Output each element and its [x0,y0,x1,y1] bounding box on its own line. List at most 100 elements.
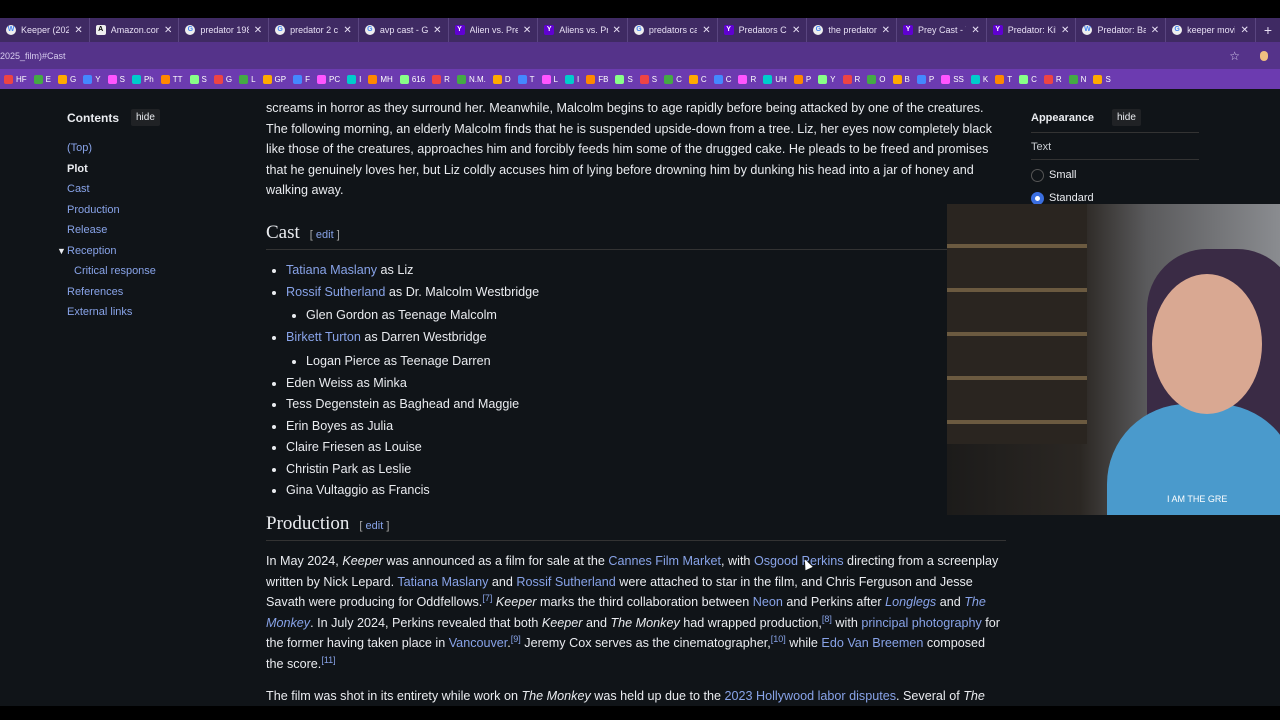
article-link[interactable]: 2023 Hollywood labor disputes [725,689,897,703]
article-link[interactable]: Osgood Perkins [754,554,844,568]
close-tab-icon[interactable]: ✕ [1240,25,1248,36]
bookmark-item[interactable]: P [916,74,934,84]
bookmark-item[interactable]: UH [763,74,787,84]
bookmark-item[interactable]: GP [262,74,286,84]
url-text[interactable]: 2025_film)#Cast [0,51,1229,61]
browser-tab[interactable]: Gpredators cas✕ [628,18,718,42]
bookmark-item[interactable]: R [1043,74,1062,84]
browser-tab[interactable]: A Amazon.com ✕ [90,18,180,42]
actor-link[interactable]: Rossif Sutherland [286,285,385,299]
bookmark-item[interactable]: T [517,74,535,84]
bookmark-item[interactable]: S [639,74,657,84]
browser-tab[interactable]: WPredator: Bad✕ [1076,18,1167,42]
toc-item[interactable]: Plot [67,159,242,180]
browser-tab[interactable]: WKeeper (2025✕ [0,18,90,42]
toc-item[interactable]: Release [67,220,242,241]
bookmark-item[interactable]: L [541,74,558,84]
bookmark-star-icon[interactable]: ☆ [1229,49,1240,63]
bookmark-item[interactable]: SS [941,74,964,84]
toc-item[interactable]: (Top) [67,138,242,159]
collapse-caret-icon[interactable]: ▼ [57,241,66,261]
text-size-small-radio[interactable]: Small [1031,167,1199,183]
bookmark-item[interactable]: S [615,74,633,84]
toc-hide-button[interactable]: hide [131,109,160,126]
address-bar[interactable]: 2025_film)#Cast ☆ [0,42,1280,69]
actor-link[interactable]: Birkett Turton [286,330,361,344]
toc-item[interactable]: Reception ▼ [57,241,242,262]
citation-link[interactable]: [7] [482,593,492,603]
citation-link[interactable]: [11] [321,654,335,664]
bookmark-item[interactable]: P [793,74,811,84]
bookmark-item[interactable]: 616 [399,74,425,84]
bookmark-item[interactable]: D [492,74,511,84]
toc-item[interactable]: References [67,282,242,303]
browser-tab[interactable]: Gkeeper movie✕ [1166,18,1256,42]
article-link[interactable]: Longlegs [885,595,936,609]
actor-link[interactable]: Tatiana Maslany [286,263,377,277]
bookmark-item[interactable]: N.M. [456,74,486,84]
toc-item[interactable]: Production [67,200,242,221]
bookmark-item[interactable]: C [1019,74,1037,84]
close-tab-icon[interactable]: ✕ [74,25,82,36]
bookmark-item[interactable]: G [58,74,76,84]
bookmark-item[interactable]: S [1093,74,1111,84]
browser-tab[interactable]: YAlien vs. Pred✕ [449,18,539,42]
bookmark-item[interactable]: S [189,74,207,84]
article-link[interactable]: Cannes Film Market [608,554,721,568]
close-tab-icon[interactable]: ✕ [254,25,262,36]
bookmark-item[interactable]: C [664,74,682,84]
close-tab-icon[interactable]: ✕ [971,25,979,36]
citation-link[interactable]: [10] [771,634,786,644]
bookmark-item[interactable]: R [432,74,450,84]
browser-tab[interactable]: Gpredator 2 ca ✕ [269,18,359,42]
bookmark-item[interactable]: R [842,74,860,84]
bookmark-item[interactable]: C [688,74,707,84]
close-tab-icon[interactable]: ✕ [1151,25,1159,36]
toc-item[interactable]: External links [67,302,242,323]
citation-link[interactable]: [8] [822,613,832,623]
bookmark-item[interactable]: T [995,74,1012,84]
new-tab-button[interactable]: + [1256,22,1280,38]
browser-tab[interactable]: YAliens vs. Pre✕ [538,18,628,42]
close-tab-icon[interactable]: ✕ [343,25,351,36]
cast-edit-link[interactable]: edit [316,229,334,241]
toc-item[interactable]: Critical response [67,261,242,282]
production-edit-link[interactable]: edit [366,520,384,532]
close-tab-icon[interactable]: ✕ [613,25,621,36]
bookmark-item[interactable]: PC [317,74,340,84]
bookmark-item[interactable]: TT [160,74,183,84]
bookmark-item[interactable]: G [213,74,232,84]
bookmark-item[interactable]: Y [818,74,836,84]
bookmark-item[interactable]: Y [83,74,101,84]
bookmark-item[interactable]: R [738,74,756,84]
close-tab-icon[interactable]: ✕ [433,25,441,36]
bookmark-item[interactable]: E [33,74,51,84]
browser-tab[interactable]: Gavp cast - Go ✕ [359,18,449,42]
toc-item[interactable]: Cast [67,179,242,200]
browser-tab[interactable]: Gpredator 198 ✕ [179,18,270,42]
bookmark-item[interactable]: B [892,74,910,84]
bookmark-item[interactable]: K [970,74,988,84]
article-link[interactable]: Rossif Sutherland [516,575,615,589]
browser-tab[interactable]: YPredators Cas✕ [718,18,808,42]
article-link[interactable]: principal photography [861,616,981,630]
article-link[interactable]: Neon [753,595,783,609]
close-tab-icon[interactable]: ✕ [882,25,890,36]
bookmark-item[interactable]: L [239,74,256,84]
close-tab-icon[interactable]: ✕ [1061,25,1069,36]
extension-icon[interactable] [1260,50,1268,61]
bookmark-item[interactable]: O [867,74,886,84]
browser-tab[interactable]: Y Predator: Kill ✕ [987,18,1077,42]
citation-link[interactable]: [9] [511,634,521,644]
bookmark-item[interactable]: HF [4,74,27,84]
article-link[interactable]: Vancouver [449,636,508,650]
close-tab-icon[interactable]: ✕ [164,25,172,36]
article-link[interactable]: Tatiana Maslany [397,575,488,589]
bookmark-item[interactable]: S [107,74,125,84]
browser-tab[interactable]: YPrey Cast - Ya✕ [897,18,987,42]
browser-tab[interactable]: Gthe predator ✕ [807,18,898,42]
appearance-hide-button[interactable]: hide [1111,109,1141,126]
close-tab-icon[interactable]: ✕ [792,25,800,36]
article-link[interactable]: Edo Van Breemen [821,636,923,650]
bookmark-item[interactable]: N [1068,74,1086,84]
